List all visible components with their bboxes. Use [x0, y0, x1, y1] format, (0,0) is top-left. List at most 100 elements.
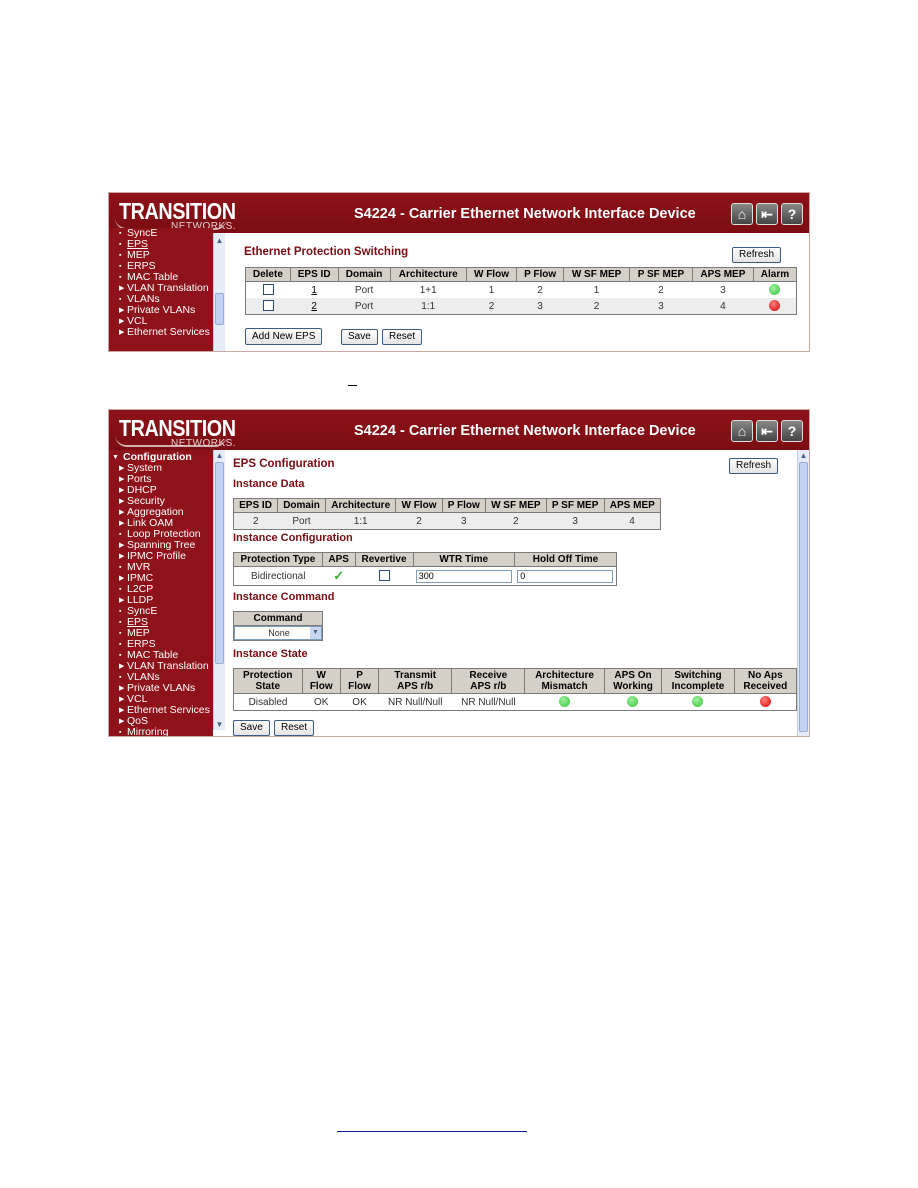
logo-subtext: NETWORKS. [171, 438, 237, 449]
caret-right-icon: ▶ [119, 685, 125, 692]
sidebar-item-ports[interactable]: ▶ Ports [109, 474, 213, 485]
column-header: Domain [277, 498, 327, 513]
save-button[interactable]: Save [233, 720, 270, 736]
sidebar-item-vlan-translation[interactable]: ▶ VLAN Translation [109, 283, 213, 294]
add-new-eps-button[interactable]: Add New EPS [245, 328, 323, 345]
sidebar-item-lldp[interactable]: ▶ LLDP [109, 595, 213, 606]
header-line: W [316, 670, 326, 681]
alarm-status-icon [769, 300, 781, 312]
delete-checkbox[interactable] [262, 300, 274, 312]
column-header: P SF MEP [629, 267, 693, 282]
scroll-thumb[interactable] [215, 462, 224, 664]
sidebar-item-eps[interactable]: ▪ EPS [109, 239, 213, 250]
scroll-thumb[interactable] [215, 293, 224, 325]
navigation-sidebar: ▪ SyncE ▪ EPS ▪ MEP ▪ ERPS ▪ MAC Table ▶ VLAN Trans… [109, 228, 213, 351]
sidebar-item-ethernet-services[interactable]: ▶ Ethernet Services [109, 705, 213, 716]
sidebar-item-ipmc[interactable]: ▶ IPMC [109, 573, 213, 584]
help-icon[interactable]: ? [781, 203, 803, 225]
header-line: P [356, 670, 363, 681]
scroll-up-arrow[interactable]: ▲ [798, 450, 809, 461]
home-icon[interactable]: ⌂ [731, 203, 753, 225]
instance-configuration-table: Protection Type APS Revertive WTR Time Hold … [233, 552, 618, 586]
sidebar-scrollbar[interactable]: ▲ [213, 233, 225, 351]
instance-data-cell: 4 [604, 512, 661, 530]
sidebar-scrollbar[interactable]: ▲ ▼ [213, 450, 225, 730]
logout-icon[interactable]: ⇤ [756, 203, 778, 225]
save-button[interactable]: Save [341, 329, 378, 345]
caret-right-icon: ▶ [119, 487, 125, 494]
column-header: Architecture Mismatch [524, 668, 605, 694]
sidebar-item-synce[interactable]: ▪ SyncE [109, 228, 213, 239]
sidebar-item-l2cp[interactable]: ▪ L2CP [109, 584, 213, 595]
reset-button[interactable]: Reset [382, 329, 423, 345]
sidebar-item-private-vlans[interactable]: ▶ Private VLANs [109, 683, 213, 694]
scroll-up-arrow[interactable]: ▲ [214, 450, 225, 461]
scroll-down-arrow[interactable]: ▼ [214, 719, 225, 730]
home-icon[interactable]: ⌂ [731, 420, 753, 442]
wtr-time-input[interactable] [415, 569, 512, 583]
domain-cell: Port [338, 298, 391, 315]
command-select[interactable]: None ▼ [234, 626, 322, 640]
header-line: Receive [469, 670, 508, 681]
chevron-down-icon[interactable]: ▼ [310, 627, 321, 639]
column-header: Protection Type [233, 552, 323, 567]
footer-link-underline[interactable] [337, 1131, 527, 1132]
help-icon[interactable]: ? [781, 420, 803, 442]
sidebar-item-mep[interactable]: ▪ MEP [109, 628, 213, 639]
sidebar-item-ethernet-services[interactable]: ▶ Ethernet Services [109, 327, 213, 338]
column-header: Hold Off Time [513, 552, 618, 567]
refresh-button[interactable]: Refresh [729, 458, 779, 474]
page-heading: EPS Configuration [233, 458, 335, 470]
hold-off-time-input[interactable] [517, 569, 614, 583]
column-header: Receive APS r/b [451, 668, 526, 694]
architecture-cell: 1+1 [390, 281, 467, 298]
header-line: No Aps [748, 670, 783, 681]
sidebar-item-eps[interactable]: ▪ EPS [109, 617, 213, 628]
bullet-icon: ▪ [119, 241, 122, 248]
eps-id-link[interactable]: 2 [311, 301, 317, 312]
logout-icon[interactable]: ⇤ [756, 420, 778, 442]
caret-right-icon: ▶ [119, 520, 125, 527]
header-bar: TRANSITION NETWORKS. S4224 - Carrier Eth… [109, 410, 809, 450]
eps-id-link[interactable]: 1 [311, 285, 317, 296]
sidebar-item-synce[interactable]: ▪ SyncE [109, 606, 213, 617]
caret-right-icon: ▶ [119, 509, 125, 516]
header-bar: TRANSITION NETWORKS. S4224 - Carrier Eth… [109, 193, 809, 233]
instance-data-cell: 2 [395, 512, 443, 530]
eps-table: Delete EPS ID Domain Architecture W Flow P Fl… [245, 267, 798, 315]
revertive-checkbox[interactable] [378, 570, 390, 582]
instance-data-cell: 3 [546, 512, 605, 530]
column-header: P Flow [516, 267, 565, 282]
aps-on-working-status-icon [627, 696, 639, 708]
column-header: Alarm [752, 267, 798, 282]
caret-right-icon: ▶ [119, 465, 125, 472]
column-header: Transmit APS r/b [378, 668, 453, 694]
sidebar-item-private-vlans[interactable]: ▶ Private VLANs [109, 305, 213, 316]
sidebar-item-mirroring[interactable]: ▪ Mirroring [109, 727, 213, 737]
scroll-up-arrow[interactable]: ▲ [214, 235, 225, 246]
column-header: No Aps Received [733, 668, 798, 694]
delete-checkbox[interactable] [262, 284, 274, 296]
caret-down-icon: ▼ [112, 454, 119, 461]
column-header: Domain [337, 267, 391, 282]
sidebar-item-system[interactable]: ▶ System [109, 463, 213, 474]
instance-data-heading: Instance Data [233, 478, 305, 490]
bullet-icon: ▪ [119, 586, 122, 593]
sidebar-item-ipmc-profile[interactable]: ▶ IPMC Profile [109, 551, 213, 562]
refresh-button[interactable]: Refresh [732, 247, 782, 263]
sidebar-item-vlan-translation[interactable]: ▶ VLAN Translation [109, 661, 213, 672]
instance-data-cell: 2 [485, 512, 547, 530]
scroll-thumb[interactable] [799, 462, 808, 732]
column-header: Architecture [389, 267, 467, 282]
instance-state-table: Protection State W Flow P Flow Transmit APS r/b… [233, 668, 798, 711]
content-scrollbar[interactable]: ▲ [797, 450, 809, 736]
caret-right-icon: ▶ [119, 476, 125, 483]
instance-data-cell: Port [277, 512, 326, 530]
reset-button[interactable]: Reset [274, 720, 315, 736]
sidebar-item-mvr[interactable]: ▪ MVR [109, 562, 213, 573]
column-header: W Flow [465, 267, 518, 282]
sidebar-item-label: Ethernet Services [127, 326, 210, 338]
eps-list-screenshot: TRANSITION NETWORKS. S4224 - Carrier Eth… [108, 192, 810, 352]
column-header: W SF MEP [484, 498, 547, 513]
sidebar-item-mep[interactable]: ▪ MEP [109, 250, 213, 261]
